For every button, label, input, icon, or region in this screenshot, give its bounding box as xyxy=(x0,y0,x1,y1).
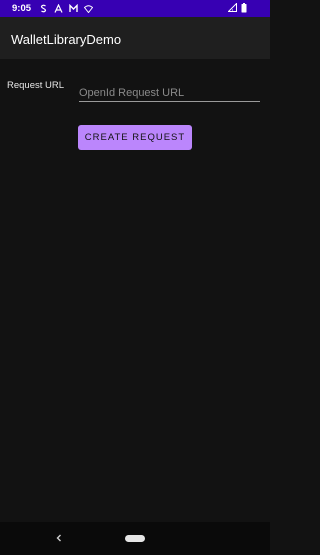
status-time: 9:05 xyxy=(12,3,32,14)
screen: 9:05 WalletLibraryDemo Request URL OpenI… xyxy=(0,0,270,555)
notification-a-icon xyxy=(54,3,63,13)
gmail-icon xyxy=(69,3,78,13)
navigation-bar xyxy=(0,522,270,555)
request-url-input[interactable] xyxy=(79,85,260,102)
wifi-question-icon xyxy=(83,4,94,14)
signal-icon xyxy=(227,2,237,12)
back-chevron-icon[interactable] xyxy=(52,531,66,545)
main-content: Request URL CREATE REQUEST xyxy=(0,59,270,522)
status-notification-icons xyxy=(39,3,94,14)
home-pill-icon[interactable] xyxy=(125,535,145,542)
create-request-button[interactable]: CREATE REQUEST xyxy=(78,125,192,150)
notification-s-icon xyxy=(39,4,48,13)
request-url-label: Request URL xyxy=(7,80,65,91)
app-bar: WalletLibraryDemo xyxy=(0,17,270,59)
battery-icon xyxy=(241,3,250,13)
status-system-icons xyxy=(227,2,250,13)
app-title: WalletLibraryDemo xyxy=(11,32,122,47)
status-bar: 9:05 xyxy=(0,0,270,17)
